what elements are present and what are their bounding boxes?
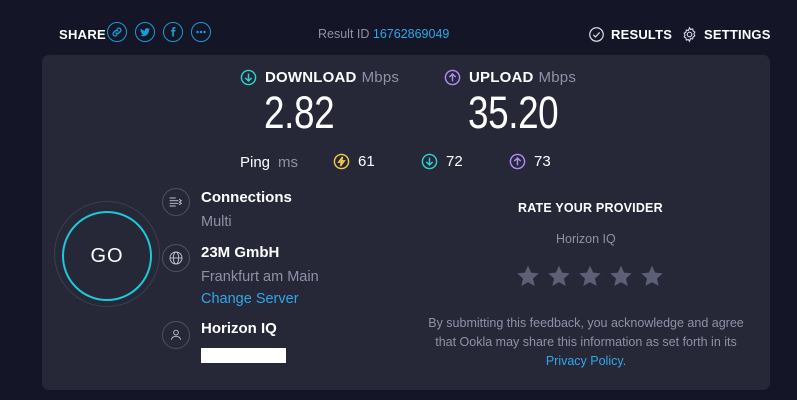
change-server-link[interactable]: Change Server	[201, 291, 299, 307]
rate-provider-name: Horizon IQ	[556, 232, 616, 246]
star-icon	[547, 265, 570, 286]
star-icon	[516, 265, 539, 286]
rate-provider-title: RATE YOUR PROVIDER	[518, 201, 663, 215]
server-name: 23M GmbH	[201, 244, 280, 261]
upload-value: 35.20	[468, 87, 559, 138]
top-bar: SHARE Result ID 16762869049 RESULTS SETT…	[0, 0, 797, 55]
ping-idle-value: 61	[358, 153, 375, 170]
star-4[interactable]	[605, 262, 636, 290]
star-3[interactable]	[574, 262, 605, 290]
ping-idle: 61	[333, 153, 375, 170]
star-5[interactable]	[636, 262, 667, 290]
star-1[interactable]	[512, 262, 543, 290]
connections-icon	[162, 188, 190, 216]
download-unit: Mbps	[361, 69, 400, 86]
upload-label: UPLOAD Mbps	[444, 69, 576, 86]
gear-icon	[683, 26, 696, 43]
star-icon	[609, 265, 632, 286]
download-value: 2.82	[264, 87, 335, 138]
connections-value: Multi	[201, 214, 232, 230]
upload-unit: Mbps	[538, 69, 577, 86]
result-id: Result ID 16762869049	[318, 27, 449, 41]
download-arrow-icon	[421, 153, 438, 170]
more-icon[interactable]	[191, 22, 211, 42]
star-icon	[578, 265, 601, 286]
ping-label: Ping	[240, 154, 271, 171]
ping-upload: 73	[509, 153, 551, 170]
provider-name: Horizon IQ	[201, 320, 277, 337]
go-button[interactable]: GO	[62, 211, 152, 301]
privacy-policy-link[interactable]: Privacy Policy	[546, 354, 623, 368]
disclaimer-text: By submitting this feedback, you acknowl…	[428, 316, 744, 349]
facebook-icon[interactable]	[163, 22, 183, 42]
results-label: RESULTS	[611, 27, 673, 42]
ping-upload-value: 73	[534, 153, 551, 170]
upload-arrow-icon	[509, 153, 526, 170]
feedback-disclaimer: By submitting this feedback, you acknowl…	[426, 314, 746, 371]
star-2[interactable]	[543, 262, 574, 290]
ping-bolt-icon	[333, 153, 350, 170]
settings-label: SETTINGS	[704, 27, 771, 42]
link-icon[interactable]	[107, 22, 127, 42]
globe-icon	[162, 244, 190, 272]
ping-download: 72	[421, 153, 463, 170]
star-icon	[640, 265, 663, 286]
star-rating	[512, 262, 667, 290]
server-location: Frankfurt am Main	[201, 269, 319, 285]
results-link[interactable]: RESULTS	[588, 26, 672, 43]
ping-download-value: 72	[446, 153, 463, 170]
user-icon	[162, 321, 190, 349]
download-title: DOWNLOAD	[265, 69, 357, 86]
upload-arrow-icon	[444, 69, 461, 86]
upload-title: UPLOAD	[469, 69, 534, 86]
ping-unit: ms	[278, 154, 298, 171]
twitter-icon[interactable]	[135, 22, 155, 42]
share-label: SHARE	[59, 27, 107, 42]
result-card: DOWNLOAD Mbps 2.82 UPLOAD Mbps 35.20 Pin…	[42, 55, 770, 390]
result-id-label: Result ID	[318, 27, 370, 41]
redacted-ip-block	[201, 348, 286, 363]
check-circle-icon	[589, 27, 604, 42]
result-id-link[interactable]: 16762869049	[373, 27, 449, 41]
download-label: DOWNLOAD Mbps	[240, 69, 399, 86]
download-arrow-icon	[240, 69, 257, 86]
connections-title: Connections	[201, 189, 292, 206]
settings-link[interactable]: SETTINGS	[681, 26, 771, 43]
disclaimer-end: .	[622, 354, 627, 368]
